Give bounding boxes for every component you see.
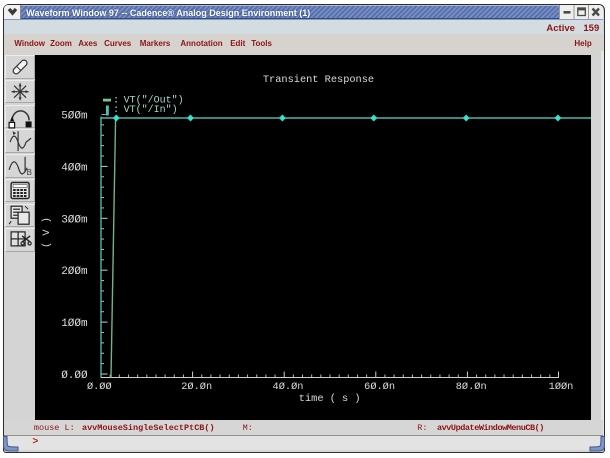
svg-text:8Ø.Øn: 8Ø.Øn: [456, 381, 487, 393]
svg-text:B: B: [26, 168, 31, 177]
svg-text:1ØØm: 1ØØm: [62, 318, 89, 330]
svg-text:Transient Response: Transient Response: [263, 74, 374, 86]
svg-text:time ( s ): time ( s ): [299, 393, 361, 405]
svg-text:3ØØm: 3ØØm: [62, 214, 89, 226]
svg-text:Ø.ØØ: Ø.ØØ: [62, 370, 89, 382]
svg-text:4Ø.Øn: 4Ø.Øn: [273, 381, 304, 393]
svg-text:6Ø.Øn: 6Ø.Øn: [365, 381, 396, 393]
svg-text:5ØØm: 5ØØm: [62, 110, 89, 122]
svg-text:4ØØm: 4ØØm: [62, 162, 89, 174]
svg-text:VT("/In"): VT("/In"): [124, 104, 178, 116]
svg-text:2ØØm: 2ØØm: [62, 266, 89, 278]
svg-text:( V ): ( V ): [41, 217, 53, 248]
svg-text::: :: [113, 104, 119, 116]
svg-text:2Ø.Øn: 2Ø.Øn: [182, 381, 213, 393]
svg-text:Ø.ØØ: Ø.ØØ: [87, 381, 112, 393]
svg-text:1ØØn: 1ØØn: [549, 381, 574, 393]
